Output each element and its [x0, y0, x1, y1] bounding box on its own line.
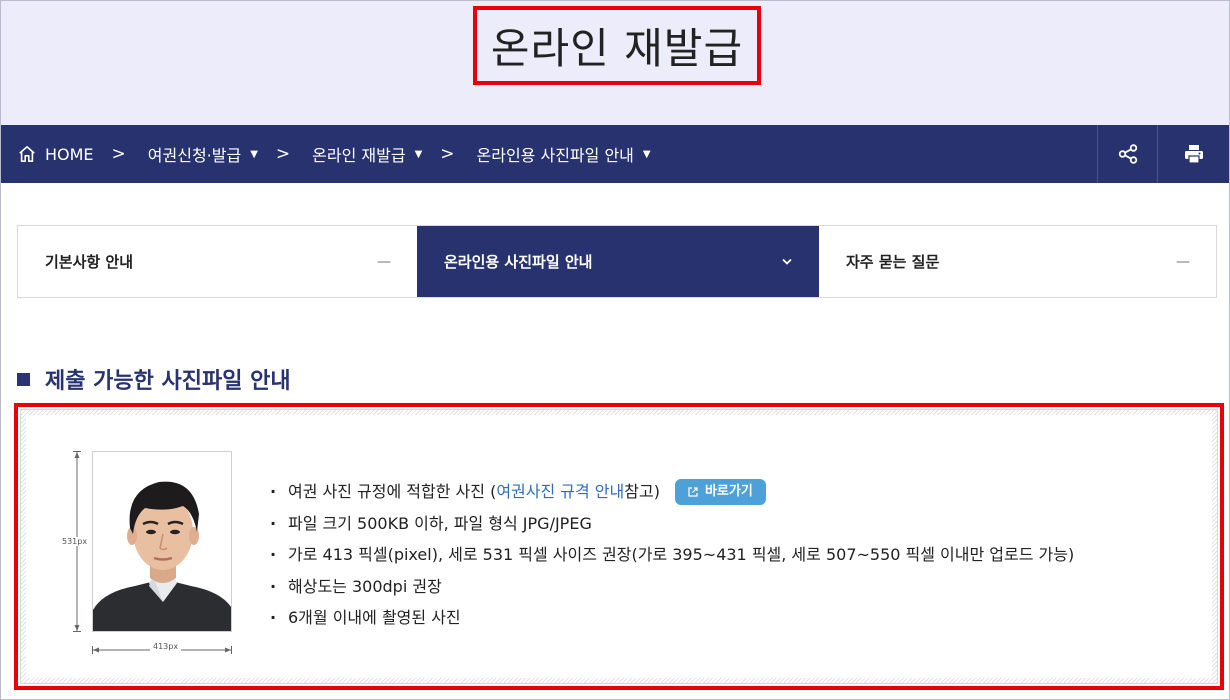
breadcrumb-item-photo-guide[interactable]: 온라인용 사진파일 안내 ▼: [477, 125, 651, 183]
photo-width-label: 413px: [150, 642, 182, 651]
photo-guide-highlight: 531px 413px · 여권 사진 규정에 적합한 사진 (여권사진 규격…: [14, 403, 1224, 690]
list-item: · 여권 사진 규정에 적합한 사진 (여권사진 규격 안내 참고) 바로가기: [270, 476, 1074, 508]
share-button[interactable]: [1097, 125, 1157, 183]
guideline-text: 참고): [624, 482, 660, 501]
print-icon: [1184, 145, 1203, 164]
chevron-down-icon: [782, 258, 792, 265]
breadcrumb-item-passport-apply[interactable]: 여권신청·발급 ▼: [148, 125, 258, 183]
passport-photo-spec-link[interactable]: 여권사진 규격 안내: [496, 476, 624, 508]
breadcrumb-separator: >: [440, 144, 455, 164]
caret-down-icon: ▼: [414, 148, 423, 160]
dash-icon: —: [377, 253, 391, 270]
breadcrumb-home[interactable]: HOME: [18, 125, 94, 183]
page-title-highlight: 온라인 재발급: [473, 6, 761, 85]
tab-online-photo-guide[interactable]: 온라인용 사진파일 안내: [417, 226, 819, 297]
breadcrumb-separator: >: [275, 144, 291, 164]
tab-label: 기본사항 안내: [45, 253, 134, 271]
share-icon: [1118, 144, 1137, 164]
dash-icon: —: [1176, 253, 1190, 270]
section-heading: 제출 가능한 사진파일 안내: [17, 363, 291, 395]
external-link-icon: [688, 487, 698, 497]
breadcrumb-item-online-reissue[interactable]: 온라인 재발급 ▼: [312, 125, 422, 183]
home-icon: [19, 145, 35, 163]
sample-passport-photo: [92, 451, 232, 632]
tab-label: 온라인용 사진파일 안내: [444, 253, 593, 271]
list-bullet: ·: [270, 608, 277, 627]
breadcrumb-item-label: 여권신청·발급: [147, 146, 242, 165]
list-item: · 파일 크기 500KB 이하, 파일 형식 JPG/JPEG: [270, 508, 1074, 540]
page-title: 온라인 재발급: [490, 24, 744, 73]
go-button-label: 바로가기: [704, 484, 753, 499]
top-banner: 온라인 재발급: [1, 1, 1229, 125]
photo-guideline-list: · 여권 사진 규정에 적합한 사진 (여권사진 규격 안내 참고) 바로가기 …: [270, 476, 1074, 634]
list-item: · 가로 413 픽셀(pixel), 세로 531 픽셀 사이즈 권장(가로 …: [270, 539, 1074, 571]
guideline-text: 가로 413 픽셀(pixel), 세로 531 픽셀 사이즈 권장(가로 39…: [288, 545, 1075, 564]
section-title: 제출 가능한 사진파일 안내: [45, 369, 291, 394]
breadcrumb-home-label: HOME: [45, 144, 94, 164]
photo-guide-panel: 531px 413px · 여권 사진 규정에 적합한 사진 (여권사진 규격…: [20, 409, 1218, 684]
breadcrumb-item-label: 온라인 재발급: [312, 146, 406, 165]
caret-down-icon: ▼: [250, 148, 258, 160]
passport-photo-illustration: [93, 452, 231, 631]
go-shortcut-button[interactable]: 바로가기: [674, 478, 766, 505]
list-bullet: ·: [270, 576, 277, 596]
tab-faq[interactable]: 자주 묻는 질문 —: [819, 226, 1216, 297]
tab-label: 자주 묻는 질문: [846, 253, 940, 271]
guideline-text: 파일 크기 500KB 이하, 파일 형식 JPG/JPEG: [288, 513, 592, 533]
list-bullet: ·: [270, 482, 277, 501]
photo-height-label: 531px: [62, 537, 88, 546]
guideline-text: 여권 사진 규정에 적합한 사진 (: [288, 482, 497, 501]
photo-guide-body: 531px 413px · 여권 사진 규정에 적합한 사진 (여권사진 규격…: [26, 415, 1212, 678]
print-button[interactable]: [1157, 125, 1229, 183]
section-bullet-icon: [17, 372, 30, 386]
nav-actions: [1097, 125, 1229, 183]
breadcrumb-item-label: 온라인용 사진파일 안내: [476, 146, 634, 165]
guideline-text: 해상도는 300dpi 권장: [288, 576, 442, 596]
list-item: · 6개월 이내에 촬영된 사진: [270, 602, 1074, 634]
list-bullet: ·: [270, 545, 277, 564]
caret-down-icon: ▼: [642, 148, 651, 160]
breadcrumb-nav: HOME > 여권신청·발급 ▼ > 온라인 재발급 ▼ > 온라인용 사진파일…: [1, 125, 1229, 183]
breadcrumb-separator: >: [111, 144, 126, 164]
tab-basic-info[interactable]: 기본사항 안내 —: [18, 226, 417, 297]
content-tabs: 기본사항 안내 — 온라인용 사진파일 안내 자주 묻는 질문 —: [17, 225, 1217, 298]
list-item: · 해상도는 300dpi 권장: [270, 571, 1074, 603]
list-bullet: ·: [270, 513, 277, 533]
guideline-text: 6개월 이내에 촬영된 사진: [288, 608, 461, 627]
